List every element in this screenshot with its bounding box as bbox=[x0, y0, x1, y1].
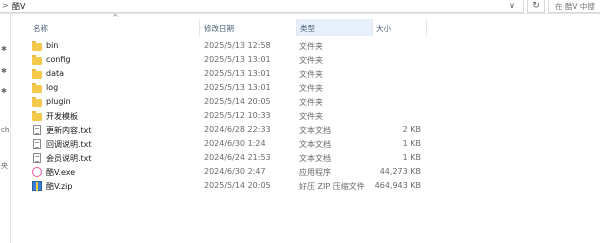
file-list-row[interactable]: 酷V.zip 2025/5/14 20:05 好压 ZIP 压缩文件 464,943 … bbox=[22, 180, 542, 193]
address-history-dropdown-icon[interactable]: ∨ bbox=[509, 1, 515, 10]
file-modified-date: 2025/5/12 10:33 bbox=[204, 111, 271, 120]
file-modified-date: 2024/6/30 1:24 bbox=[204, 139, 266, 148]
file-name: 回调说明.txt bbox=[46, 140, 92, 149]
file-modified-date: 2025/5/13 13:01 bbox=[204, 69, 271, 78]
file-type: 文件夹 bbox=[299, 42, 323, 51]
text-file-icon bbox=[33, 139, 41, 149]
folder-icon bbox=[32, 41, 42, 51]
file-size: 464,943 KB bbox=[374, 181, 421, 190]
column-divider[interactable] bbox=[426, 19, 427, 36]
pin-icon[interactable]: ✱ bbox=[1, 45, 7, 53]
file-type: 文件夹 bbox=[299, 84, 323, 93]
refresh-button[interactable]: ↻ bbox=[527, 0, 545, 13]
nav-item-partial-label[interactable]: ch bbox=[1, 126, 9, 134]
file-size: 1 KB bbox=[402, 139, 421, 148]
file-list-row[interactable]: log 2025/5/13 13:01 文件夹 bbox=[22, 82, 542, 95]
exe-app-icon bbox=[32, 167, 42, 177]
file-list-row[interactable]: bin 2025/5/13 12:58 文件夹 bbox=[22, 40, 542, 53]
file-name: 酷V.exe bbox=[46, 168, 76, 177]
file-list-row[interactable]: config 2025/5/13 13:01 文件夹 bbox=[22, 54, 542, 67]
file-type: 文件夹 bbox=[299, 98, 323, 107]
file-type: 应用程序 bbox=[299, 168, 331, 177]
file-name: plugin bbox=[46, 97, 71, 106]
pin-icon[interactable]: ✱ bbox=[1, 67, 7, 75]
folder-icon bbox=[32, 69, 42, 79]
file-modified-date: 2024/6/24 21:53 bbox=[204, 153, 271, 162]
file-type: 文件夹 bbox=[299, 56, 323, 65]
address-bar: > 酷V ∨ ↻ 在 酷V 中搜 bbox=[0, 0, 600, 14]
file-name: data bbox=[46, 69, 65, 78]
folder-icon bbox=[32, 111, 42, 121]
breadcrumb-current-folder[interactable]: 酷V bbox=[12, 1, 25, 12]
file-name: 更新内容.txt bbox=[46, 126, 92, 135]
file-type: 文本文档 bbox=[299, 126, 331, 135]
column-divider[interactable] bbox=[296, 19, 297, 36]
file-size: 44,273 KB bbox=[379, 167, 421, 176]
file-name: 会员说明.txt bbox=[46, 154, 92, 163]
column-divider[interactable] bbox=[199, 19, 200, 36]
file-name: config bbox=[46, 55, 71, 64]
search-placeholder: 在 酷V 中搜 bbox=[555, 2, 595, 11]
file-size: 2 KB bbox=[402, 125, 421, 134]
navigation-pane[interactable]: ✱ ✱ ✱ ch 央 bbox=[0, 14, 11, 243]
folder-icon bbox=[32, 55, 42, 65]
text-file-icon bbox=[33, 153, 41, 163]
file-modified-date: 2025/5/13 13:01 bbox=[204, 83, 271, 92]
file-list-row[interactable]: plugin 2025/5/14 20:05 文件夹 bbox=[22, 96, 542, 109]
column-divider[interactable] bbox=[372, 19, 373, 36]
file-modified-date: 2025/5/13 12:58 bbox=[204, 41, 271, 50]
file-modified-date: 2025/5/14 20:05 bbox=[204, 181, 271, 190]
zip-archive-icon bbox=[32, 181, 42, 191]
file-name: 开发模板 bbox=[46, 112, 78, 121]
file-modified-date: 2025/5/13 13:01 bbox=[204, 55, 271, 64]
file-list-row[interactable]: 更新内容.txt 2024/6/28 22:33 文本文档 2 KB bbox=[22, 124, 542, 137]
file-name: 酷V.zip bbox=[46, 182, 73, 191]
column-header-date[interactable]: 修改日期 bbox=[204, 23, 234, 34]
file-list-row[interactable]: 回调说明.txt 2024/6/30 1:24 文本文档 1 KB bbox=[22, 138, 542, 151]
file-list-row[interactable]: 会员说明.txt 2024/6/24 21:53 文本文档 1 KB bbox=[22, 152, 542, 165]
pin-icon[interactable]: ✱ bbox=[1, 87, 7, 95]
file-type: 文件夹 bbox=[299, 70, 323, 79]
column-header-name[interactable]: 名称 bbox=[33, 23, 48, 34]
nav-item-partial-label[interactable]: 央 bbox=[1, 161, 8, 171]
file-name: log bbox=[46, 83, 59, 92]
file-list-row[interactable]: data 2025/5/13 13:01 文件夹 bbox=[22, 68, 542, 81]
file-list-row[interactable]: 开发模板 2025/5/12 10:33 文件夹 bbox=[22, 110, 542, 123]
text-file-icon bbox=[33, 125, 41, 135]
file-type: 文件夹 bbox=[299, 112, 323, 121]
file-size: 1 KB bbox=[402, 153, 421, 162]
file-type: 文本文档 bbox=[299, 140, 331, 149]
column-header-type[interactable]: 类型 bbox=[300, 23, 315, 34]
file-type: 文本文档 bbox=[299, 154, 331, 163]
search-input[interactable]: 在 酷V 中搜 bbox=[548, 0, 600, 13]
folder-icon bbox=[32, 97, 42, 107]
folder-icon bbox=[32, 83, 42, 93]
file-modified-date: 2024/6/30 2:47 bbox=[204, 167, 266, 176]
file-modified-date: 2024/6/28 22:33 bbox=[204, 125, 271, 134]
file-name: bin bbox=[46, 41, 59, 50]
breadcrumb-chevron-icon[interactable]: > bbox=[2, 1, 9, 10]
column-header-size[interactable]: 大小 bbox=[376, 23, 391, 34]
file-list-row[interactable]: 酷V.exe 2024/6/30 2:47 应用程序 44,273 KB bbox=[22, 166, 542, 179]
sort-ascending-icon: ^ bbox=[112, 13, 119, 22]
file-modified-date: 2025/5/14 20:05 bbox=[204, 97, 271, 106]
address-field[interactable]: > 酷V ∨ bbox=[0, 0, 524, 13]
